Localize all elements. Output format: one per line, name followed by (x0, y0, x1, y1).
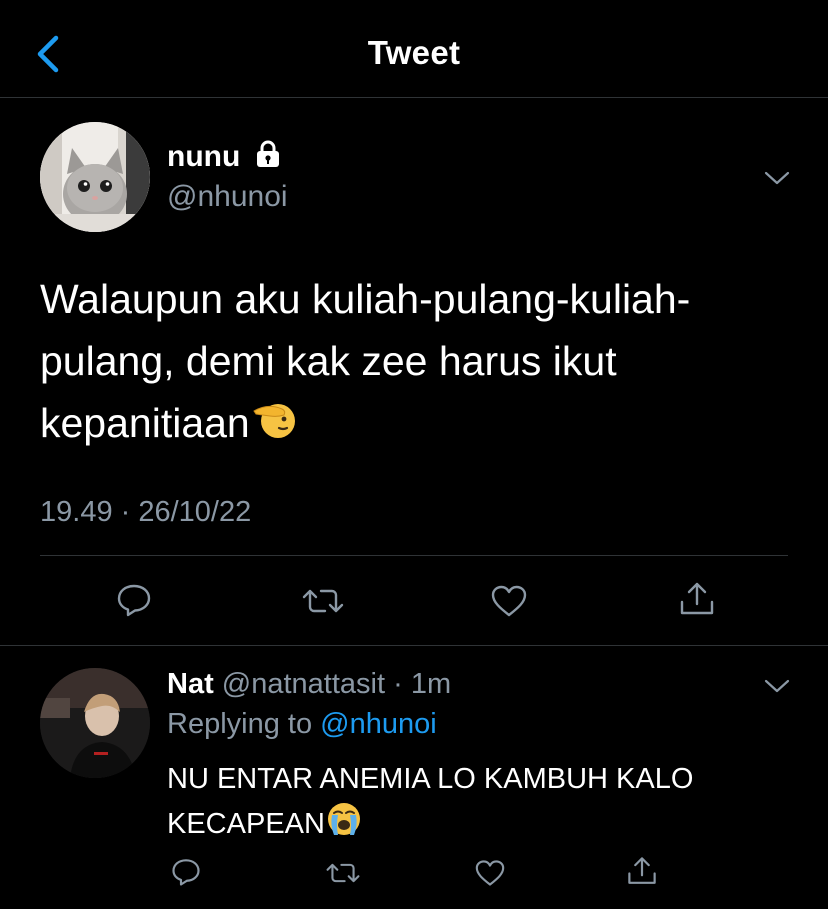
reply-author-avatar[interactable] (40, 668, 150, 778)
reply-text: NU ENTAR ANEMIA LO KAMBUH KALO KECAPEAN (167, 757, 787, 846)
tweet-text-line-last: kepanitiaan (40, 392, 800, 454)
loudly-crying-face-emoji (327, 803, 360, 835)
saluting-face-emoji (253, 404, 295, 438)
retweet-icon (326, 863, 360, 883)
heart-icon (475, 860, 505, 886)
author-handle: @nhunoi (167, 180, 288, 213)
divider (40, 555, 788, 556)
reply-text-line: NU ENTAR ANEMIA LO KAMBUH KALO (167, 763, 694, 795)
tweet-timestamp: 19.49 · 26/10/22 (40, 496, 252, 528)
share-icon (628, 857, 656, 884)
tweet-text-line: Walaupun aku kuliah-pulang-kuliah- (40, 276, 691, 322)
tweet-text-end: kepanitiaan (40, 400, 250, 446)
chevron-down-icon (764, 171, 790, 185)
retweet-icon (302, 589, 344, 613)
reply-text-end: KECAPEAN (167, 808, 325, 840)
reply-button[interactable] (116, 582, 152, 623)
reply-share-button[interactable] (626, 855, 658, 892)
reply-like-button[interactable] (474, 859, 506, 892)
reply-more-button[interactable] (762, 676, 792, 696)
top-nav-bar: Tweet (0, 0, 828, 98)
tweet-more-button[interactable] (762, 168, 792, 188)
lock-icon (256, 140, 279, 167)
share-icon (680, 582, 714, 615)
tweet-text-line: pulang, demi kak zee harus ikut (40, 338, 617, 384)
person-avatar-image (40, 668, 150, 778)
reply-icon (172, 859, 200, 886)
reply-icon (117, 584, 151, 617)
replying-to-line: Replying to @nhunoi (167, 708, 437, 741)
tweet-text: Walaupun aku kuliah-pulang-kuliah- pulan… (40, 268, 800, 454)
heart-icon (491, 585, 527, 617)
replying-prefix: Replying to (167, 708, 321, 740)
like-button[interactable] (490, 584, 528, 623)
share-button[interactable] (678, 580, 716, 623)
reply-author-name[interactable]: Nat (167, 668, 214, 700)
cat-avatar-image (40, 122, 150, 232)
replying-to-mention[interactable]: @nhunoi (320, 708, 437, 740)
reply-author-row: Nat @natnattasit · 1m (167, 668, 451, 701)
divider (0, 645, 828, 646)
reply-retweet-button[interactable] (325, 860, 361, 891)
retweet-button[interactable] (301, 585, 345, 622)
author-name: nunu (167, 140, 241, 173)
chevron-down-icon (764, 679, 790, 693)
reply-text-line-last: KECAPEAN (167, 801, 787, 846)
reply-time: 1m (410, 668, 452, 700)
reply-author-handle: @natnattasit (221, 668, 386, 700)
page-title: Tweet (367, 34, 461, 71)
author-name-row[interactable]: nunu (167, 140, 281, 174)
reply-separator: · (385, 668, 411, 700)
author-avatar[interactable] (40, 122, 150, 232)
reply-reply-button[interactable] (171, 857, 201, 892)
